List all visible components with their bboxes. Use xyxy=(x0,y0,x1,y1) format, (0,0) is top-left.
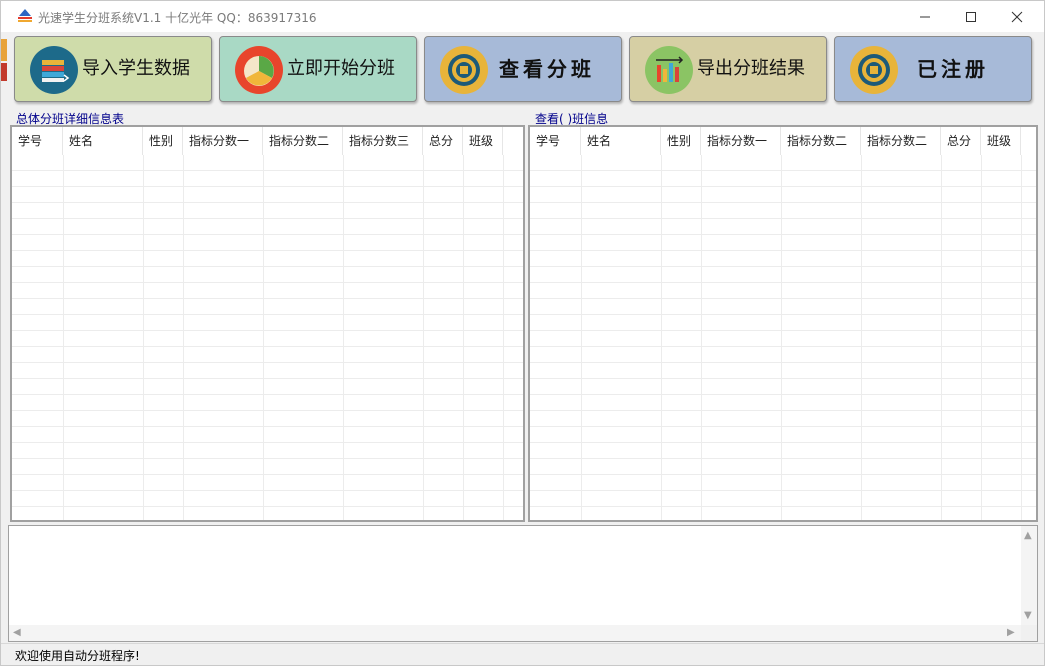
export-results-label: 导出分班结果 xyxy=(697,58,805,79)
export-results-button[interactable]: 导出分班结果 xyxy=(629,36,827,102)
scroll-up-icon[interactable]: ▲ xyxy=(1024,531,1032,541)
column-header[interactable]: 指标分数三 xyxy=(343,127,423,155)
column-header[interactable]: 姓名 xyxy=(63,127,143,155)
bar-chart-icon xyxy=(645,46,693,94)
column-header[interactable]: 班级 xyxy=(463,127,503,155)
column-header[interactable]: 班级 xyxy=(981,127,1021,155)
class-detail-table[interactable]: 学号 姓名 性别 指标分数一 指标分数二 指标分数二 总分 班级 xyxy=(528,125,1038,522)
background-window-edge xyxy=(1,39,7,81)
target-icon xyxy=(440,46,488,94)
column-header[interactable]: 学号 xyxy=(12,127,63,155)
column-header[interactable]: 指标分数二 xyxy=(781,127,861,155)
column-header[interactable]: 学号 xyxy=(530,127,581,155)
registered-button[interactable]: 已注册 xyxy=(834,36,1032,102)
start-grouping-label: 立即开始分班 xyxy=(287,58,395,79)
status-bar: 欢迎使用自动分班程序! xyxy=(1,643,1044,665)
target-icon xyxy=(850,46,898,94)
column-header[interactable]: 指标分数一 xyxy=(183,127,263,155)
horizontal-scrollbar[interactable]: ◀ ▶ xyxy=(9,625,1022,641)
scroll-down-icon[interactable]: ▼ xyxy=(1024,611,1032,621)
table-header: 学号 姓名 性别 指标分数一 指标分数二 指标分数三 总分 班级 xyxy=(12,127,503,155)
column-header[interactable]: 总分 xyxy=(423,127,463,155)
column-header[interactable]: 姓名 xyxy=(581,127,661,155)
import-student-data-button[interactable]: 导入学生数据 xyxy=(14,36,212,102)
overall-class-table[interactable]: 学号 姓名 性别 指标分数一 指标分数二 指标分数三 总分 班级 xyxy=(10,125,525,522)
app-logo-icon xyxy=(18,9,32,22)
registered-label: 已注册 xyxy=(917,57,989,81)
column-header[interactable]: 性别 xyxy=(661,127,701,155)
close-icon xyxy=(1011,11,1023,23)
window-title: 光速学生分班系统V1.1 十亿光年 QQ：863917316 xyxy=(38,11,317,25)
table-header: 学号 姓名 性别 指标分数一 指标分数二 指标分数二 总分 班级 xyxy=(530,127,1021,155)
table-body xyxy=(12,155,523,520)
start-grouping-button[interactable]: 立即开始分班 xyxy=(219,36,417,102)
vertical-scrollbar[interactable]: ▲ ▼ xyxy=(1021,526,1037,626)
minimize-icon xyxy=(920,16,930,18)
app-window: 光速学生分班系统V1.1 十亿光年 QQ：863917316 导入学生数据 立即… xyxy=(0,0,1045,666)
view-classes-button[interactable]: 查看分班 xyxy=(424,36,622,102)
scroll-right-icon[interactable]: ▶ xyxy=(1007,628,1015,638)
close-button[interactable] xyxy=(994,1,1040,32)
title-bar[interactable]: 光速学生分班系统V1.1 十亿光年 QQ：863917316 xyxy=(1,1,1044,32)
log-textbox[interactable]: ▲ ▼ ◀ ▶ xyxy=(8,525,1038,642)
column-header[interactable]: 指标分数二 xyxy=(861,127,941,155)
maximize-icon xyxy=(966,12,976,22)
status-message: 欢迎使用自动分班程序! xyxy=(15,649,140,663)
maximize-button[interactable] xyxy=(948,1,994,32)
column-header[interactable]: 性别 xyxy=(143,127,183,155)
books-icon xyxy=(30,46,78,94)
import-student-data-label: 导入学生数据 xyxy=(82,58,190,79)
scroll-left-icon[interactable]: ◀ xyxy=(13,628,21,638)
pie-chart-icon xyxy=(235,46,283,94)
minimize-button[interactable] xyxy=(902,1,948,32)
table-body xyxy=(530,155,1036,520)
column-header[interactable]: 指标分数二 xyxy=(263,127,343,155)
view-classes-label: 查看分班 xyxy=(499,57,595,81)
column-header[interactable]: 指标分数一 xyxy=(701,127,781,155)
column-header[interactable]: 总分 xyxy=(941,127,981,155)
scrollbar-corner xyxy=(1021,625,1037,641)
